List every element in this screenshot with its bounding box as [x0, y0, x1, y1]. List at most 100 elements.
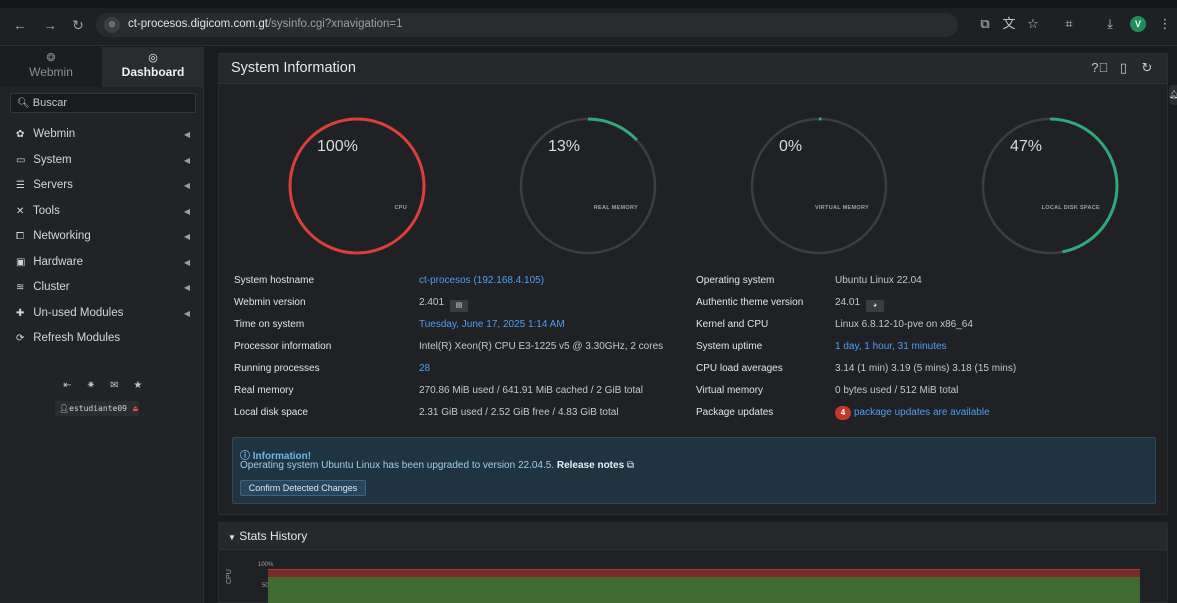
gauge-track	[750, 117, 888, 255]
hardware-icon: ▣	[16, 256, 26, 268]
info-key: Running processes	[234, 363, 320, 374]
caret-left-icon: ◀	[183, 283, 190, 292]
help-icon[interactable]: ?⃝	[1090, 60, 1110, 75]
download-icon[interactable]: ⤓	[1100, 14, 1120, 34]
info-value: 2.31 GiB used / 2.52 GiB free / 4.83 GiB…	[419, 407, 619, 418]
username: estudiante09	[69, 404, 127, 413]
bookmark-star-icon[interactable]: ☆	[1023, 14, 1043, 34]
package-updates[interactable]: 4 package updates are available	[835, 402, 990, 424]
info-key: Real memory	[234, 385, 294, 396]
info-value: 3.14 (1 min) 3.19 (5 mins) 3.18 (15 mins…	[835, 363, 1017, 374]
theme-version: 24.01 ◕	[835, 292, 885, 314]
sidebar-item-hardware[interactable]: ▣ Hardware ◀	[0, 250, 204, 276]
info-value: Intel(R) Xeon(R) CPU E3-1225 v5 @ 3.30GH…	[419, 341, 664, 352]
info-key: Kernel and CPU	[696, 319, 769, 330]
hostname-link[interactable]: ct-procesos (192.168.4.105)	[419, 270, 544, 292]
refresh-icon: ⟳	[16, 333, 25, 344]
logout-icon[interactable]: ⏏	[133, 404, 138, 413]
sidebar-item-label: Hardware	[33, 255, 84, 268]
confirm-changes-button[interactable]: Confirm Detected Changes	[240, 480, 366, 496]
cpu-high-band	[268, 569, 1140, 577]
caret-left-icon: ◀	[183, 155, 190, 165]
collapse-icon[interactable]: ⇤	[58, 380, 77, 391]
kebab-menu-icon[interactable]: ⋮	[1155, 14, 1175, 34]
sidebar-quick-actions: ⇤ ✷ ✉ ★ ◕	[58, 375, 168, 409]
profile-avatar[interactable]: V	[1130, 16, 1146, 32]
external-link-icon: ⧉	[626, 460, 635, 471]
sidebar-item-networking[interactable]: ⧠ Networking ◀	[0, 224, 204, 250]
tab-dashboard[interactable]: ◎ Dashboard	[102, 47, 204, 87]
favorites-star-icon[interactable]: ★	[128, 380, 147, 391]
sidebar-item-refresh-modules[interactable]: ⟳ Refresh Modules	[0, 326, 204, 352]
gauge-real-memory-label: REAL MEMORY	[593, 205, 638, 211]
sidebar-item-unused-modules[interactable]: ✚ Un-used Modules ◀	[0, 301, 204, 327]
sidebar-item-system[interactable]: ▭ System ◀	[0, 148, 204, 174]
reload-icon[interactable]: ↻	[70, 17, 86, 33]
clipboard-icon[interactable]: ▯	[1113, 60, 1133, 76]
translate-icon[interactable]: 文	[999, 14, 1019, 34]
processes-link[interactable]: 28	[419, 358, 430, 380]
gauge-local-disk-value: 47%	[1010, 138, 1043, 155]
gauge-virtual-memory-ring	[750, 117, 888, 255]
reload-panel-icon[interactable]: ↻	[1137, 60, 1157, 76]
cast-icon[interactable]: ⧉	[975, 14, 995, 34]
info-key: Local disk space	[234, 407, 308, 418]
info-value: 2.401	[419, 297, 445, 308]
sidebar-item-label: Servers	[33, 179, 73, 191]
gauge-virtual-memory: 0% VIRTUAL MEMORY	[749, 116, 889, 256]
sidebar-item-tools[interactable]: ✕ Tools ◀	[0, 199, 204, 225]
info-value: 24.01	[835, 297, 861, 308]
cpu-usage-area	[268, 577, 1140, 603]
night-mode-icon[interactable]: ✷	[81, 380, 100, 391]
sidebar-item-servers[interactable]: ☰ Servers ◀	[0, 173, 204, 199]
theme-palette-icon[interactable]: ◕	[866, 300, 885, 312]
gauge-local-disk-ring	[981, 117, 1119, 255]
gauge-local-disk-label: LOCAL DISK SPACE	[1041, 205, 1100, 211]
user-badge[interactable]: 👤︎estudiante09 ⏏	[55, 401, 139, 416]
stats-title: ▼ Stats History	[228, 529, 307, 543]
tab-webmin-label: Webmin	[29, 65, 73, 79]
sidebar-item-label: Cluster	[33, 281, 70, 293]
gauge-cpu-value: 100%	[317, 138, 358, 155]
release-notes-link[interactable]: Release notes	[557, 460, 624, 471]
site-info-icon[interactable]: ⚙	[104, 17, 120, 33]
package-updates-link[interactable]: package updates are available	[854, 407, 990, 418]
updates-count-badge: 4	[835, 406, 851, 420]
info-key: Operating system	[696, 275, 775, 286]
system-information-panel: System Information ?⃝ ▯ ↻ 100% CPU 13% R…	[218, 53, 1168, 515]
sidebar-item-cluster[interactable]: ≋ Cluster ◀	[0, 275, 204, 301]
stats-header[interactable]: ▼ Stats History	[219, 523, 1167, 550]
mail-icon[interactable]: ✉	[105, 380, 124, 391]
sidebar: ❂ Webmin ◎ Dashboard 🔍︎ Buscar ✿ Webmin ◀…	[0, 47, 204, 603]
sidebar-item-webmin[interactable]: ✿ Webmin ◀	[0, 122, 204, 148]
info-key: System uptime	[696, 341, 763, 352]
changelog-icon[interactable]: ▤	[450, 300, 469, 312]
back-arrow-icon[interactable]: ←	[12, 17, 28, 33]
sidebar-item-label: Refresh Modules	[33, 332, 121, 344]
cluster-icon: ≋	[16, 282, 25, 293]
tab-webmin[interactable]: ❂ Webmin	[0, 47, 102, 87]
search-input[interactable]: 🔍︎ Buscar	[10, 93, 196, 113]
gauge-cpu-ring	[288, 117, 426, 255]
address-bar[interactable]: ⚙ ct-procesos.digicom.com.gt/sysinfo.cgi…	[96, 13, 958, 37]
time-link[interactable]: Tuesday, June 17, 2025 1:14 AM	[419, 314, 565, 336]
info-key: Time on system	[234, 319, 305, 330]
sidebar-menu: ✿ Webmin ◀ ▭ System ◀ ☰ Servers ◀ ✕ Tools ◀ …	[0, 122, 204, 352]
network-icon: ⧠	[16, 231, 24, 242]
gauge-local-disk: 47% LOCAL DISK SPACE	[980, 116, 1120, 256]
sidebar-item-label: Tools	[33, 204, 60, 217]
uptime-link[interactable]: 1 day, 1 hour, 31 minutes	[835, 336, 947, 358]
url-text[interactable]: ct-procesos.digicom.com.gt/sysinfo.cgi?x…	[128, 18, 403, 30]
gauge-row: 100% CPU 13% REAL MEMORY 0% VIRTUAL MEMO…	[219, 116, 1167, 276]
forward-arrow-icon[interactable]: →	[42, 17, 58, 33]
gauge-real-memory-value: 13%	[548, 138, 581, 155]
webmin-version: 2.401 ▤	[419, 292, 469, 314]
servers-icon: ☰	[16, 180, 25, 191]
notification-bell-icon[interactable]: 🔔︎	[1169, 85, 1177, 105]
gauge-virtual-memory-label: VIRTUAL MEMORY	[814, 205, 869, 211]
extensions-icon[interactable]: ⌗	[1059, 14, 1079, 34]
caret-left-icon: ◀	[183, 206, 190, 216]
caret-left-icon: ◀	[183, 130, 190, 139]
gauge-real-memory: 13% REAL MEMORY	[518, 116, 658, 256]
webmin-icon: ❂	[46, 52, 56, 64]
